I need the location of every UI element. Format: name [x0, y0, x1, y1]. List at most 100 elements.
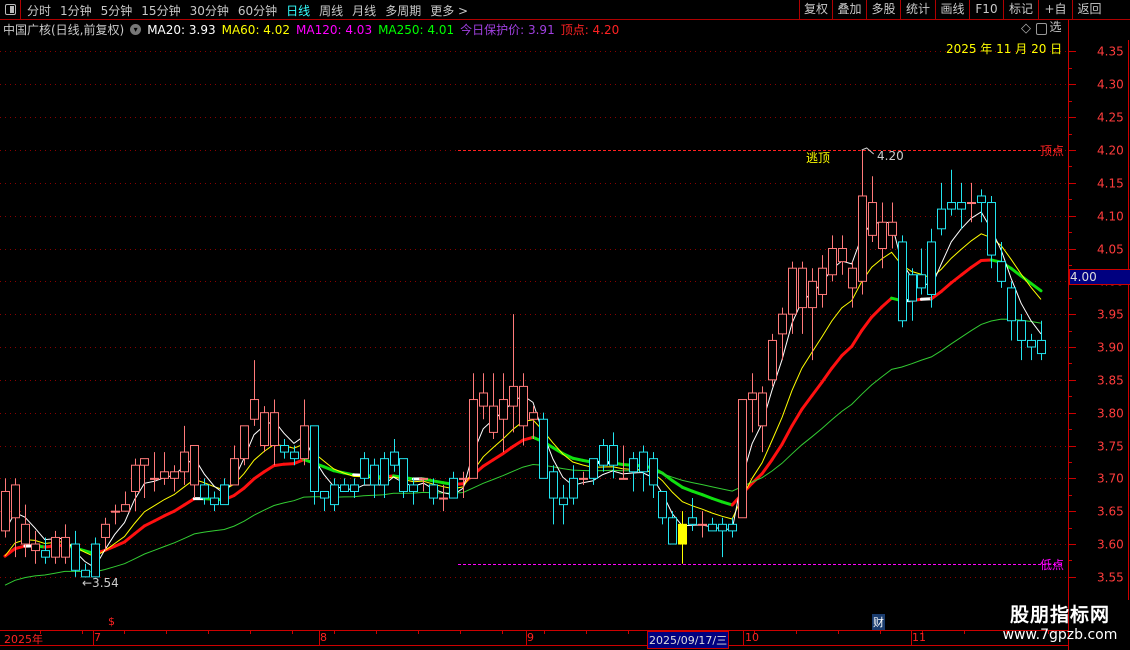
candle-up	[160, 471, 169, 479]
candle-down	[340, 484, 349, 492]
candle-down	[977, 195, 986, 204]
toolbar-button-2[interactable]: 多股	[866, 0, 900, 19]
toolbar-button-6[interactable]: 标记	[1003, 0, 1038, 19]
tab-5[interactable]: 60分钟	[238, 2, 277, 19]
ma-trend-segment	[1019, 274, 1033, 285]
ma-trend-segment	[431, 479, 445, 485]
toolbar-button-1[interactable]: 叠加	[832, 0, 866, 19]
candle-up	[828, 248, 837, 276]
candle-up	[150, 477, 159, 480]
toolbar-button-4[interactable]: 画线	[935, 0, 969, 19]
ma-trend-segment	[252, 470, 266, 481]
candle-up	[519, 385, 528, 427]
high-value-label: 4.20	[877, 149, 904, 163]
tab-2[interactable]: 5分钟	[101, 2, 133, 19]
candle-down	[350, 484, 359, 492]
candle-down	[549, 471, 558, 499]
ma-trend-segment	[720, 500, 734, 507]
time-label-1: 7	[94, 631, 101, 644]
candle-down	[330, 484, 339, 506]
cursor-date-badge: 2025/09/17/三	[647, 631, 730, 649]
ma-trend-segment	[810, 380, 824, 398]
ma60-value: MA60: 4.02	[221, 22, 291, 37]
price-axis-label: 3.60	[1097, 538, 1124, 552]
candle-up	[51, 536, 60, 558]
tab-4[interactable]: 30分钟	[190, 2, 229, 19]
ma-trend-segment	[939, 281, 953, 293]
diamond-icon[interactable]: ◇	[1021, 21, 1031, 36]
candle-up	[818, 267, 827, 295]
candle-up	[21, 523, 30, 545]
top-point-label: 顶点	[1040, 144, 1065, 158]
price-axis-label: 3.80	[1097, 407, 1124, 421]
ma-trend-segment	[13, 544, 27, 551]
candle-up	[698, 523, 707, 526]
toolbar-button-0[interactable]: 复权	[799, 0, 832, 19]
candle-down	[708, 523, 717, 532]
candle-up	[748, 392, 757, 401]
tab-8[interactable]: 月线	[352, 2, 376, 19]
candle-up	[888, 221, 897, 236]
candle-up	[878, 221, 887, 250]
tab-9[interactable]: 多周期	[385, 2, 421, 19]
ma-trend-segment	[690, 489, 704, 497]
candle-up	[848, 267, 857, 289]
ma-trend-segment	[870, 305, 884, 319]
price-axis-label: 4.10	[1097, 210, 1124, 224]
tab-7[interactable]: 周线	[319, 2, 343, 19]
candle-down	[1017, 320, 1026, 341]
price-axis-label: 4.30	[1097, 78, 1124, 92]
time-label-2: 8	[320, 631, 327, 644]
price-axis-label: 3.85	[1097, 374, 1124, 388]
time-label-4: 10	[745, 631, 759, 644]
candle-up	[170, 471, 179, 479]
tab-1[interactable]: 1分钟	[60, 2, 92, 19]
tab-0[interactable]: 分时	[27, 2, 51, 19]
current-price-badge: 4.00	[1069, 269, 1130, 285]
candle-down	[310, 425, 319, 492]
price-axis-label: 3.90	[1097, 341, 1124, 355]
top-point-value: 顶点: 4.20	[560, 23, 620, 37]
ma-trend-segment	[670, 479, 684, 489]
ma-trend-segment	[700, 493, 714, 500]
toolbar-button-8[interactable]: 返回	[1072, 0, 1106, 19]
price-axis-label: 4.25	[1097, 111, 1124, 125]
price-axis-label: 4.05	[1097, 243, 1124, 257]
candle-up	[868, 202, 877, 236]
ma-trend-segment	[680, 485, 694, 493]
ma-trend-segment	[949, 273, 963, 285]
toolbar-button-3[interactable]: 统计	[900, 0, 935, 19]
candle-up	[240, 425, 249, 460]
toolbar-button-5[interactable]: F10	[969, 0, 1003, 19]
date-label: 2025 年 11 月 20 日	[946, 42, 1063, 56]
ma-trend-segment	[232, 486, 246, 497]
candle-down	[200, 484, 209, 499]
finance-marker[interactable]: 财	[872, 614, 885, 630]
candle-up	[858, 195, 867, 282]
panel-icon[interactable]	[1036, 23, 1047, 35]
ma-trend-segment	[292, 458, 306, 466]
dropdown-circle-icon[interactable]: ▾	[130, 24, 142, 35]
ma-trend-segment	[850, 329, 864, 348]
ma-trend-segment	[481, 458, 495, 468]
panel-toggle-icon[interactable]	[0, 0, 21, 19]
kline-chart[interactable]: 3.55 3.60 3.65 3.70 3.75 3.80 3.85 3.90 3.95 4.00…	[0, 0, 1130, 650]
stock-title: 中国广核(日线,前复权)	[3, 23, 125, 37]
low-value-label: ←3.54	[82, 576, 119, 590]
tab-6[interactable]: 日线	[286, 2, 310, 19]
ma-trend-segment	[491, 452, 505, 462]
toolbar-button-7[interactable]: +自选	[1038, 0, 1072, 34]
tab-3[interactable]: 15分钟	[141, 2, 180, 19]
candle-up	[798, 267, 807, 309]
ma-trend-segment	[710, 496, 724, 504]
price-axis-label: 3.75	[1097, 440, 1124, 454]
candle-down	[908, 274, 917, 302]
candle-up	[300, 425, 309, 460]
dividend-marker[interactable]: $	[108, 615, 115, 628]
tab-10[interactable]: 更多 >	[430, 2, 468, 19]
ma-trend-segment	[182, 497, 196, 507]
candle-down	[599, 445, 608, 466]
candle-down	[370, 464, 379, 486]
ma-trend-segment	[790, 407, 804, 428]
candle-down	[658, 490, 667, 519]
